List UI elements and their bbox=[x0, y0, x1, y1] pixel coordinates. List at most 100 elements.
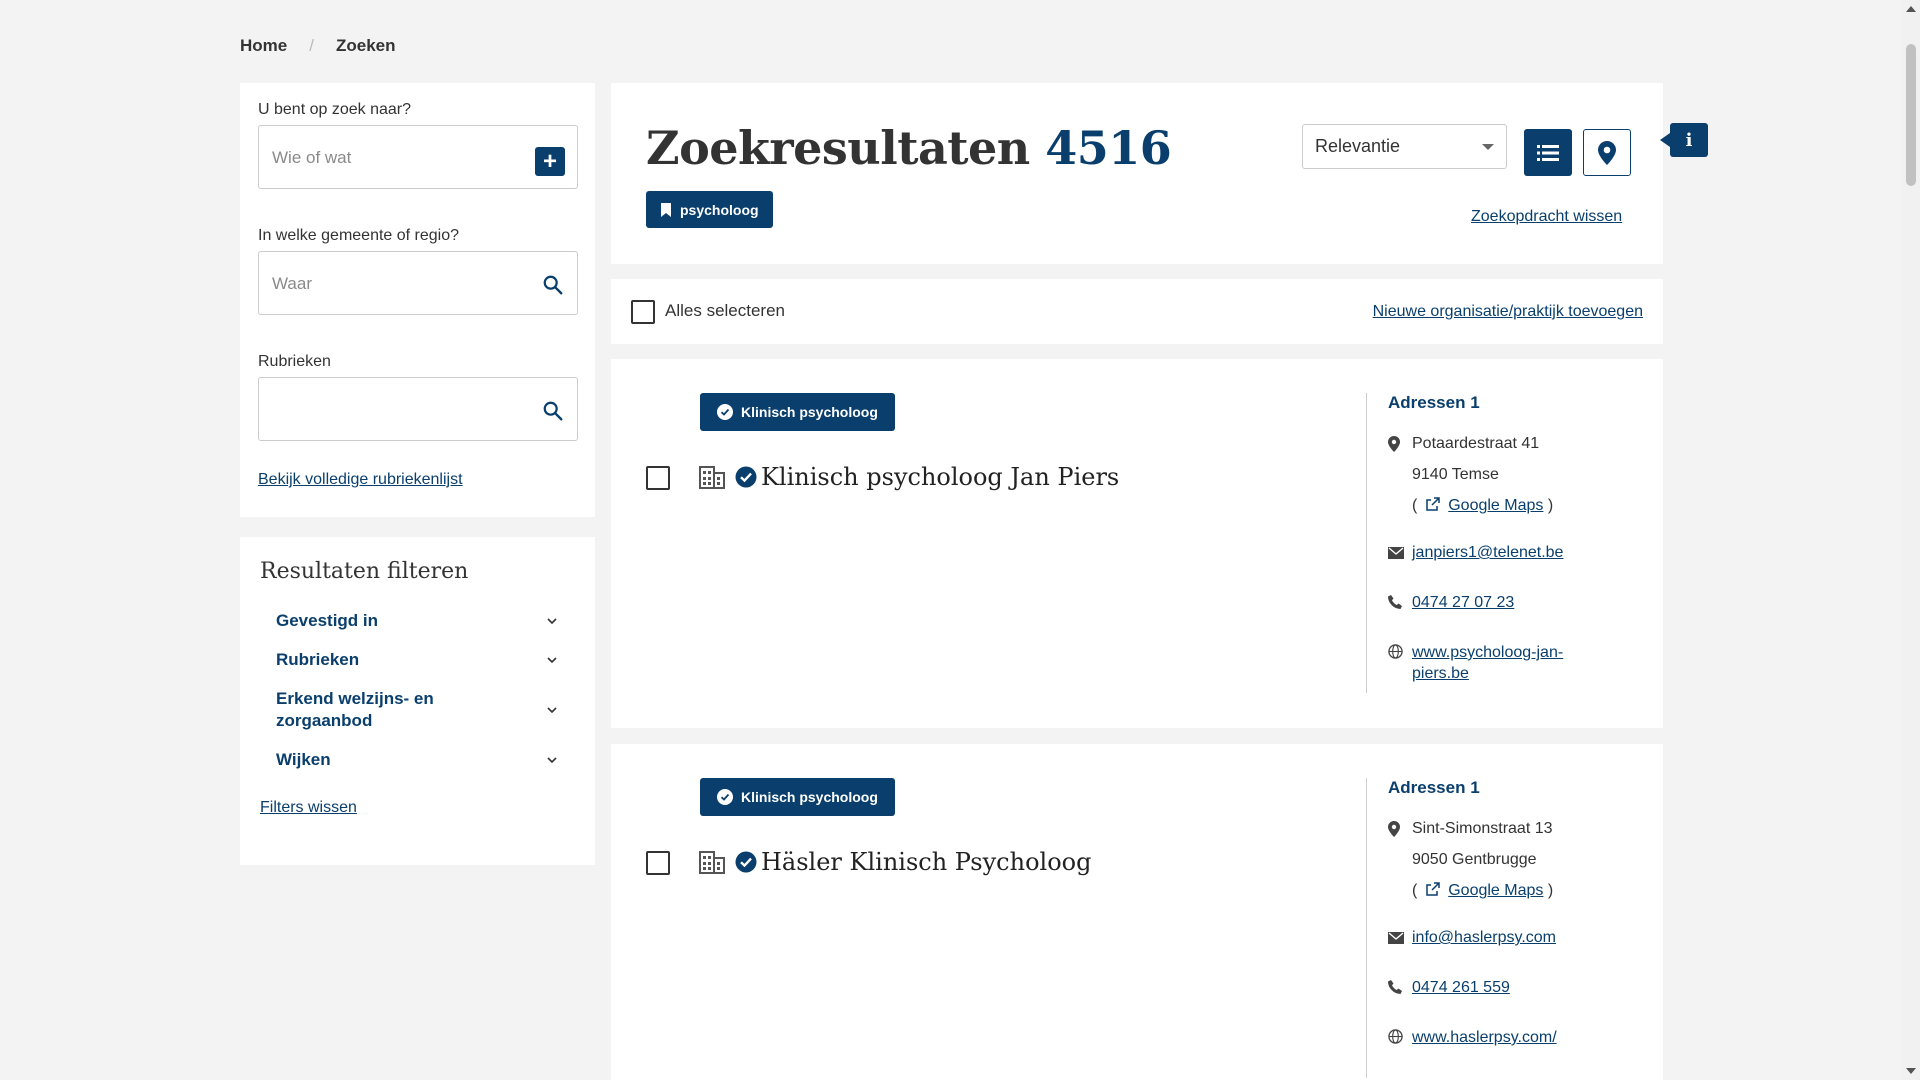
search-panel: U bent op zoek naar? Wie of wat + In wel… bbox=[240, 83, 595, 517]
address-street: Potaardestraat 41 bbox=[1412, 435, 1540, 452]
filter-label: Gevestigd in bbox=[276, 611, 379, 630]
chevron-down-icon bbox=[547, 757, 557, 764]
scroll-up-icon[interactable] bbox=[1906, 6, 1916, 12]
select-all-checkbox[interactable] bbox=[631, 300, 655, 324]
clear-filters-link[interactable]: Filters wissen bbox=[260, 799, 575, 817]
info-icon[interactable]: i bbox=[1660, 123, 1708, 157]
location-icon bbox=[1388, 821, 1400, 837]
verified-icon bbox=[735, 851, 757, 873]
filter-wijken[interactable]: Wijken bbox=[260, 749, 575, 771]
chevron-down-icon bbox=[547, 657, 557, 664]
what-placeholder: Wie of wat bbox=[272, 148, 352, 167]
building-icon bbox=[699, 466, 725, 489]
category-label: Rubrieken bbox=[258, 353, 331, 370]
result-card: Klinisch psycholoog Klinisch psycholoog … bbox=[611, 359, 1663, 728]
category-badge: Klinisch psycholoog bbox=[700, 393, 895, 431]
address-row: Potaardestraat 41 9140 Temse ( Google Ma… bbox=[1388, 435, 1648, 528]
scroll-down-icon[interactable] bbox=[1906, 1068, 1916, 1074]
maps-close-paren: ) bbox=[1547, 882, 1554, 899]
address-block: Adressen 1 Sint-Simonstraat 13 9050 Gent… bbox=[1388, 778, 1648, 1077]
page-scrollbar[interactable] bbox=[1902, 0, 1920, 1080]
category-badge-label: Klinisch psycholoog bbox=[741, 789, 878, 805]
clear-search-link[interactable]: Zoekopdracht wissen bbox=[1471, 208, 1622, 226]
what-label: U bent op zoek naar? bbox=[258, 101, 411, 118]
result-checkbox[interactable] bbox=[646, 851, 670, 875]
website-row: www.psycholoog-jan-piers.be bbox=[1388, 642, 1648, 684]
email-link[interactable]: janpiers1@telenet.be bbox=[1412, 542, 1563, 565]
building-icon bbox=[699, 851, 725, 874]
address-block: Adressen 1 Potaardestraat 41 9140 Temse … bbox=[1388, 393, 1648, 711]
filter-erkend-aanbod[interactable]: Erkend welzijns- en zorgaanbod bbox=[260, 688, 575, 732]
results-count: 4516 bbox=[1045, 121, 1172, 175]
location-icon bbox=[1388, 436, 1400, 452]
website-link[interactable]: www.haslerpsy.com/ bbox=[1412, 1027, 1557, 1050]
select-all-label: Alles selecteren bbox=[665, 301, 786, 320]
active-search-tag[interactable]: psycholoog bbox=[646, 191, 773, 228]
maps-open-paren: ( bbox=[1412, 497, 1418, 514]
where-placeholder: Waar bbox=[272, 274, 312, 293]
maps-open-paren: ( bbox=[1412, 882, 1418, 899]
category-badge-label: Klinisch psycholoog bbox=[741, 404, 878, 420]
list-view-button[interactable] bbox=[1524, 129, 1572, 176]
phone-row: 0474 27 07 23 bbox=[1388, 592, 1648, 615]
map-view-button[interactable] bbox=[1583, 129, 1631, 176]
address-row: Sint-Simonstraat 13 9050 Gentbrugge ( Go… bbox=[1388, 820, 1648, 913]
filter-panel: Resultaten filteren Gevestigd in Rubriek… bbox=[240, 537, 595, 865]
mail-icon bbox=[1388, 932, 1404, 944]
addresses-title: Adressen 1 bbox=[1388, 778, 1480, 797]
maps-link-row: ( Google Maps ) bbox=[1412, 497, 1648, 515]
email-link[interactable]: info@haslerpsy.com bbox=[1412, 927, 1556, 950]
phone-link[interactable]: 0474 261 559 bbox=[1412, 977, 1510, 1000]
website-row: www.haslerpsy.com/ bbox=[1388, 1027, 1648, 1050]
add-organisation-link[interactable]: Nieuwe organisatie/praktijk toevoegen bbox=[1373, 303, 1643, 321]
page-title: Zoekresultaten 4516 bbox=[646, 121, 1172, 175]
phone-icon bbox=[1388, 595, 1402, 609]
breadcrumb: Home / Zoeken bbox=[240, 36, 396, 56]
filter-title: Resultaten filteren bbox=[260, 559, 469, 584]
result-name[interactable]: Häsler Klinisch Psycholoog bbox=[761, 848, 1091, 876]
verified-icon bbox=[735, 466, 757, 488]
card-divider bbox=[1366, 778, 1367, 1078]
card-divider bbox=[1366, 393, 1367, 693]
filter-label: Erkend welzijns- en zorgaanbod bbox=[276, 689, 434, 730]
address-street: Sint-Simonstraat 13 bbox=[1412, 820, 1553, 837]
phone-icon bbox=[1388, 980, 1402, 994]
addresses-title: Adressen 1 bbox=[1388, 393, 1480, 412]
address-city: 9140 Temse bbox=[1412, 466, 1499, 483]
google-maps-link[interactable]: Google Maps bbox=[1448, 497, 1543, 514]
breadcrumb-current: Zoeken bbox=[335, 36, 396, 55]
search-icon[interactable] bbox=[542, 400, 564, 422]
where-label: In welke gemeente of regio? bbox=[258, 227, 460, 244]
phone-link[interactable]: 0474 27 07 23 bbox=[1412, 592, 1514, 615]
results-title: Zoekresultaten bbox=[646, 121, 1030, 175]
maps-close-paren: ) bbox=[1547, 497, 1554, 514]
category-input[interactable] bbox=[258, 377, 578, 441]
breadcrumb-home[interactable]: Home bbox=[240, 36, 287, 56]
sort-select[interactable]: Relevantie bbox=[1302, 124, 1507, 169]
search-icon[interactable] bbox=[542, 274, 564, 296]
google-maps-link[interactable]: Google Maps bbox=[1448, 882, 1543, 899]
category-badge: Klinisch psycholoog bbox=[700, 778, 895, 816]
bookmark-icon bbox=[661, 202, 671, 217]
address-city: 9050 Gentbrugge bbox=[1412, 851, 1537, 868]
filter-label: Wijken bbox=[276, 750, 331, 769]
website-link[interactable]: www.psycholoog-jan-piers.be bbox=[1412, 642, 1592, 684]
what-input[interactable]: Wie of wat + bbox=[258, 125, 578, 189]
verified-icon bbox=[717, 404, 733, 420]
mail-icon bbox=[1388, 547, 1404, 559]
chevron-down-icon bbox=[1482, 143, 1494, 150]
scroll-thumb[interactable] bbox=[1906, 44, 1916, 186]
chevron-down-icon bbox=[547, 618, 557, 625]
list-icon bbox=[1537, 144, 1559, 161]
external-link-icon bbox=[1426, 882, 1440, 896]
full-category-list-link[interactable]: Bekijk volledige rubriekenlijst bbox=[258, 471, 577, 489]
filter-rubrieken[interactable]: Rubrieken bbox=[260, 649, 575, 671]
result-checkbox[interactable] bbox=[646, 466, 670, 490]
where-input[interactable]: Waar bbox=[258, 251, 578, 315]
sort-value: Relevantie bbox=[1315, 136, 1401, 156]
result-card: Klinisch psycholoog Häsler Klinisch Psyc… bbox=[611, 744, 1663, 1080]
result-name[interactable]: Klinisch psycholoog Jan Piers bbox=[761, 463, 1119, 491]
filter-gevestigd-in[interactable]: Gevestigd in bbox=[260, 610, 575, 632]
plus-icon[interactable]: + bbox=[535, 147, 565, 176]
maps-link-row: ( Google Maps ) bbox=[1412, 882, 1648, 900]
